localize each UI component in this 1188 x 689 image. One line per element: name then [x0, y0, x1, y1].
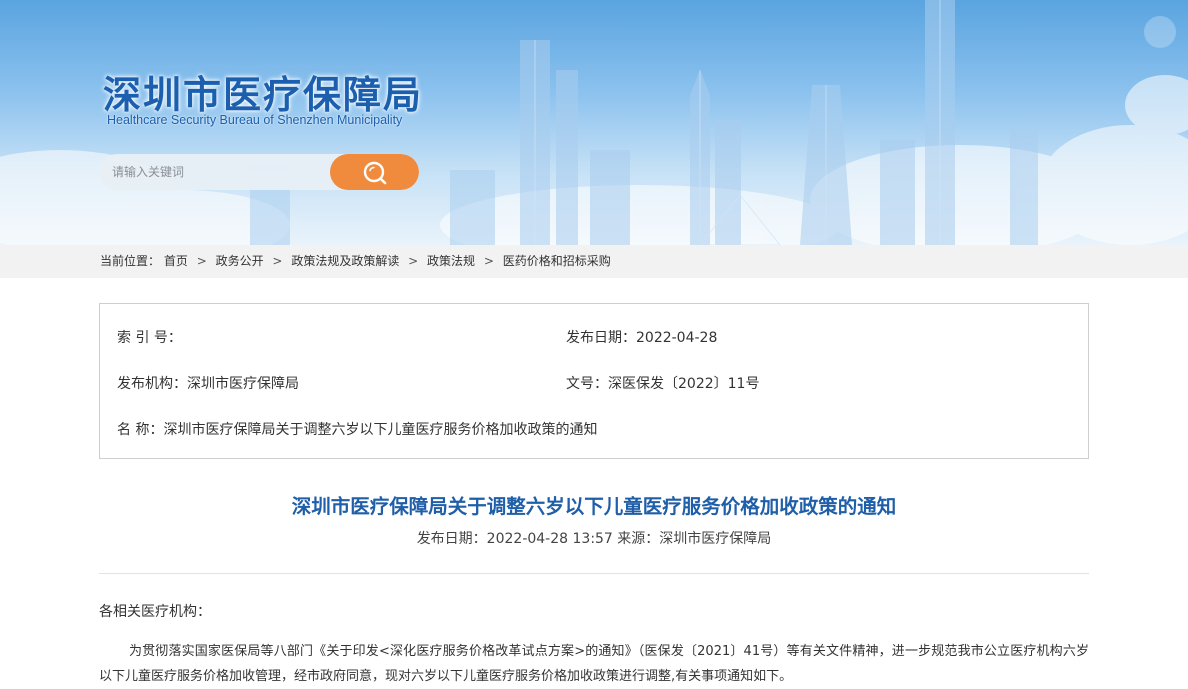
- article-paragraph: 为贯彻落实国家医保局等八部门《关于印发<深化医疗服务价格改革试点方案>的通知》（…: [99, 644, 1089, 684]
- info-name-label: 名 称：: [117, 422, 164, 438]
- breadcrumb-prefix: 当前位置：: [100, 254, 161, 268]
- article-meta: 发布日期：2022-04-28 13:57 来源：深圳市医疗保障局: [416, 531, 772, 547]
- document-info-box: 索 引 号： 发布日期：2022-04-28 发布机构：深圳市医疗保障局 文号：…: [99, 303, 1089, 459]
- info-publish-date: 发布日期：2022-04-28: [566, 327, 717, 347]
- info-org-label: 发布机构：: [117, 376, 187, 392]
- breadcrumb-separator: >: [272, 254, 283, 268]
- breadcrumb-item-home[interactable]: 首页: [164, 254, 188, 268]
- info-org-value: 深圳市医疗保障局: [187, 376, 299, 392]
- article-salutation: 各相关医疗机构：: [99, 604, 211, 620]
- site-logo-cn[interactable]: 深圳市医疗保障局: [103, 64, 423, 119]
- article-title: 深圳市医疗保障局关于调整六岁以下儿童医疗服务价格加收政策的通知: [291, 495, 897, 518]
- breadcrumb: 当前位置： 首页 > 政务公开 > 政策法规及政策解读 > 政策法规 > 医药价…: [100, 245, 611, 278]
- breadcrumb-separator: >: [196, 254, 207, 268]
- breadcrumb-item-policy-interpretation[interactable]: 政策法规及政策解读: [291, 254, 399, 268]
- info-publish-date-value: 2022-04-28: [636, 330, 718, 346]
- breadcrumb-item-pricing-procurement[interactable]: 医药价格和招标采购: [503, 254, 611, 268]
- info-publishing-org: 发布机构：深圳市医疗保障局: [117, 373, 299, 393]
- info-index-label: 索 引 号：: [117, 330, 182, 346]
- search-input[interactable]: [99, 154, 342, 190]
- info-name-value: 深圳市医疗保障局关于调整六岁以下儿童医疗服务价格加收政策的通知: [163, 422, 598, 438]
- site-header: 深圳市医疗保障局 Healthcare Security Bureau of S…: [0, 0, 1188, 245]
- info-document-name: 名 称：深圳市医疗保障局关于调整六岁以下儿童医疗服务价格加收政策的通知: [117, 419, 597, 439]
- info-publish-date-label: 发布日期：: [566, 330, 636, 346]
- search-box: [99, 154, 419, 190]
- info-document-number: 文号：深医保发〔2022〕11号: [566, 373, 759, 393]
- search-button[interactable]: [330, 154, 419, 190]
- breadcrumb-separator: >: [483, 254, 494, 268]
- info-doc-no-label: 文号：: [566, 376, 608, 392]
- breadcrumb-bar: 当前位置： 首页 > 政务公开 > 政策法规及政策解读 > 政策法规 > 医药价…: [0, 245, 1188, 278]
- article-divider: [99, 573, 1089, 574]
- info-doc-no-value: 深医保发〔2022〕11号: [608, 376, 760, 392]
- breadcrumb-separator: >: [408, 254, 419, 268]
- site-logo-en: Healthcare Security Bureau of Shenzhen M…: [107, 113, 403, 127]
- breadcrumb-item-policy[interactable]: 政策法规: [427, 254, 475, 268]
- info-index-number: 索 引 号：: [117, 327, 182, 347]
- breadcrumb-item-gov-affairs[interactable]: 政务公开: [216, 254, 264, 268]
- search-icon: [363, 161, 387, 185]
